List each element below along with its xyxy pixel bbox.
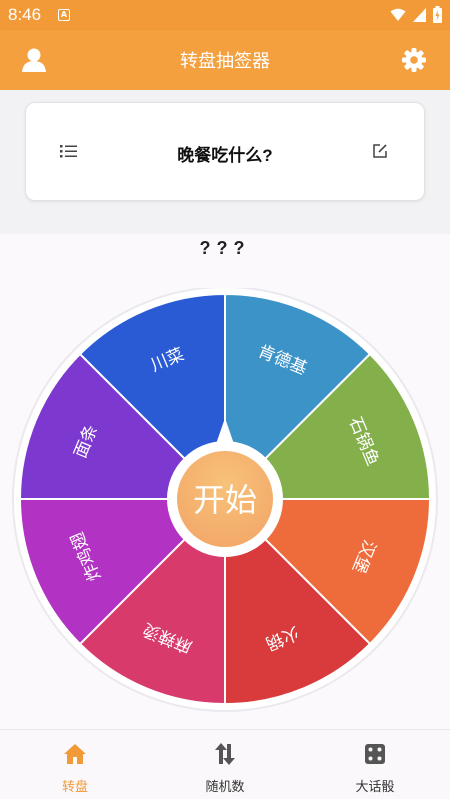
tab-random-number[interactable]: 随机数 — [150, 730, 300, 799]
status-icons — [390, 6, 442, 23]
notification-icon: A — [58, 9, 70, 21]
tab-label: 随机数 — [205, 779, 245, 794]
wheel[interactable]: 肯德基石锅鱼汉堡火锅麻辣烫炸鸡翅面条川菜 开始 — [12, 288, 438, 714]
result-text: ??? — [199, 238, 251, 258]
edit-icon — [373, 144, 387, 158]
gear-icon — [402, 48, 426, 72]
tab-label: 大话骰 — [355, 779, 395, 794]
shuffle-icon — [215, 743, 235, 765]
status-bar: 8:46 A — [0, 0, 450, 30]
start-label: 开始 — [193, 481, 257, 519]
question-title: 晚餐吃什么? — [177, 146, 273, 165]
tab-wheel[interactable]: 转盘 — [0, 730, 150, 799]
question-card[interactable]: 晚餐吃什么? — [25, 102, 425, 201]
settings-button[interactable] — [396, 42, 432, 78]
tab-label: 转盘 — [61, 779, 88, 794]
bottom-tab-bar: 转盘 随机数 大话骰 — [0, 729, 450, 799]
status-time: 8:46 — [8, 5, 42, 24]
wifi-icon — [390, 8, 406, 21]
battery-icon — [433, 6, 442, 23]
app-bar: 转盘抽签器 — [0, 30, 450, 90]
edit-question-button[interactable] — [372, 143, 388, 163]
dice-icon — [365, 744, 385, 764]
signal-icon — [413, 7, 426, 22]
tab-dice[interactable]: 大话骰 — [300, 730, 450, 799]
home-icon — [64, 744, 86, 764]
app-title: 转盘抽签器 — [180, 51, 270, 71]
